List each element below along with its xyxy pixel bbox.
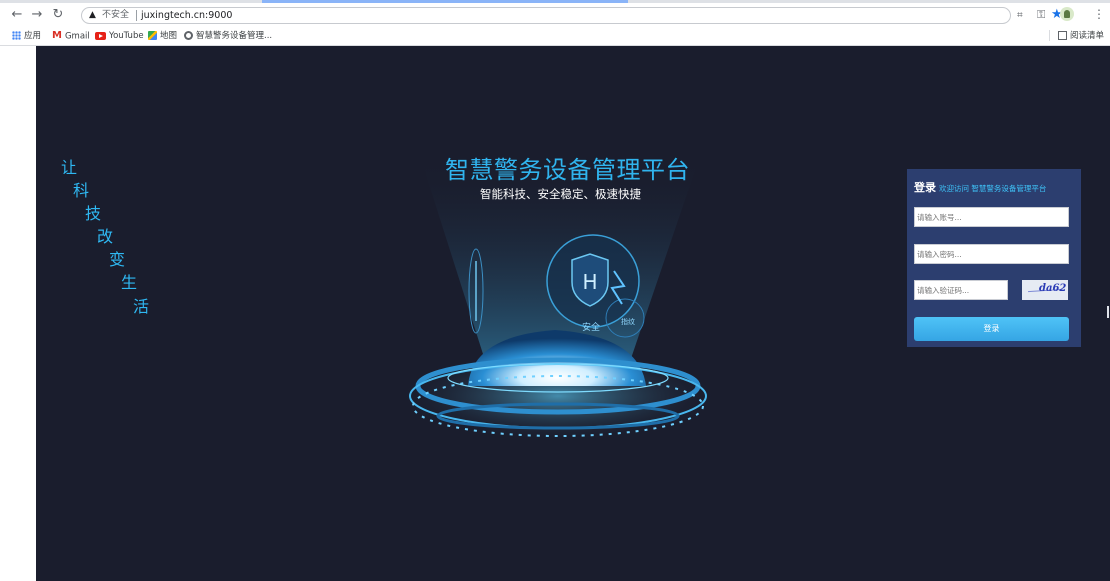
page-subtitle: 智能科技、安全稳定、极速快捷: [480, 187, 641, 201]
bookmark-label: YouTube: [109, 31, 144, 41]
login-welcome: 欢迎访问 智慧警务设备管理平台: [939, 184, 1047, 193]
reading-list-label: 阅读清单: [1069, 31, 1104, 41]
gmail-icon: M: [52, 30, 62, 41]
extension-icon[interactable]: [1060, 7, 1074, 21]
key-icon[interactable]: ⚿: [1037, 8, 1045, 22]
login-page: 让 科 技 改 变 生 活 H 安全 指纹 智慧警务设备管理平台 智能科技、安全…: [0, 46, 1110, 581]
login-button[interactable]: 登录: [914, 317, 1069, 341]
password-input[interactable]: [914, 244, 1069, 264]
bookmarks-bar: 应用 M Gmail YouTube 地图 智慧警务设备管理... 阅读清单: [0, 27, 1110, 46]
globe-icon: [184, 31, 193, 40]
reading-list[interactable]: 阅读清单: [1048, 29, 1104, 43]
login-header: 登录 欢迎访问 智慧警务设备管理平台: [914, 176, 1046, 195]
bookmark-maps[interactable]: 地图: [148, 29, 177, 43]
login-title: 登录: [914, 181, 936, 194]
youtube-icon: [95, 31, 106, 40]
bookmark-label: 应用: [24, 31, 42, 41]
qr-code-icon[interactable]: ⌗: [1017, 9, 1023, 22]
shield-letter: H: [582, 270, 597, 294]
bookmarks-divider: [1048, 30, 1050, 41]
captcha-image[interactable]: da62: [1022, 280, 1068, 300]
apps-grid-icon: [12, 31, 21, 40]
url-text[interactable]: juxingtech.cn:9000: [141, 9, 232, 22]
bookmark-label: 地图: [160, 31, 178, 41]
bookmark-label: Gmail: [64, 31, 90, 42]
warning-icon[interactable]: ▲: [89, 10, 96, 21]
scroll-edge-marker: [1107, 306, 1109, 318]
forward-arrow-icon[interactable]: →: [30, 7, 44, 23]
address-bar[interactable]: ▲ 不安全 juxingtech.cn:9000 ⌗ ⚿ ★: [81, 7, 1063, 24]
bookmark-youtube[interactable]: YouTube: [95, 29, 144, 43]
bookmark-gmail[interactable]: M Gmail: [52, 29, 90, 43]
maps-icon: [148, 31, 157, 40]
reading-list-icon: [1057, 31, 1067, 40]
login-panel: 登录欢迎访问 智慧警务设备管理平台 da62 登录: [907, 169, 1081, 347]
bookmark-label: 智慧警务设备管理...: [196, 31, 273, 41]
captcha-input[interactable]: [914, 280, 1008, 300]
browser-toolbar: ← → ↻ ▲ 不安全 juxingtech.cn:9000 ⌗ ⚿ ★ ⋮: [0, 3, 1110, 27]
bubble-caption: 指纹: [621, 317, 635, 326]
page-title: 智慧警务设备管理平台: [445, 156, 690, 184]
security-status[interactable]: 不安全: [102, 9, 129, 22]
bookmark-apps[interactable]: 应用: [12, 29, 41, 43]
captcha-text: da62: [1039, 283, 1067, 294]
menu-dots-icon[interactable]: ⋮: [1093, 6, 1105, 22]
reload-icon[interactable]: ↻: [51, 7, 65, 23]
address-divider: [136, 10, 137, 21]
back-arrow-icon[interactable]: ←: [10, 7, 24, 23]
bookmark-site[interactable]: 智慧警务设备管理...: [184, 29, 272, 43]
shield-caption: 安全: [582, 321, 600, 333]
account-input[interactable]: [914, 207, 1069, 227]
